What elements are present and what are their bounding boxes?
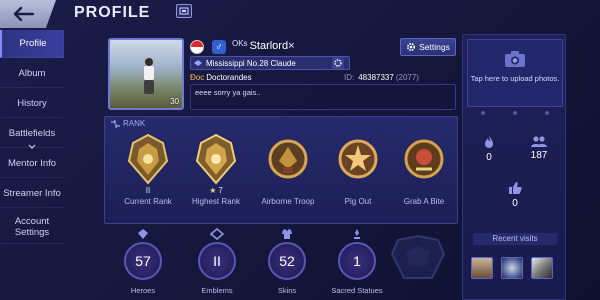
pager-dot[interactable] (481, 111, 485, 115)
camera-icon (505, 51, 525, 67)
pager-dot[interactable] (513, 111, 517, 115)
avatar[interactable]: 30 (108, 38, 184, 110)
badge-sub: ★ 7 (209, 185, 223, 195)
badge-current-rank[interactable]: II Current Rank (113, 131, 183, 225)
recent-visits-header: Recent visits (473, 233, 557, 245)
back-arrow-icon (13, 7, 35, 21)
badge-label: Airborne Troop (261, 197, 315, 206)
page-title: PROFILE (74, 4, 151, 21)
mythic-rank-icon (127, 133, 169, 185)
mythic-rank-icon (195, 133, 237, 185)
id-server: (2077) (395, 73, 419, 82)
achievement-medal-icon (338, 139, 378, 179)
followers-value: 187 (530, 150, 548, 161)
likes-value: 0 (512, 198, 518, 209)
recent-visitor-avatar[interactable] (471, 257, 493, 279)
bio-text: eeee sorry ya gais.. (195, 88, 261, 97)
profile-card: 30 ♂ OKs Starlord× Settings Mississippi N… (104, 36, 458, 114)
bio-box[interactable]: eeee sorry ya gais.. (190, 84, 456, 110)
title-badge-icon (194, 60, 202, 66)
stats-row: 57 Heroes II Emblems 52 Skins 1 Sacred S… (104, 224, 458, 300)
achievement-medal-icon (268, 139, 308, 179)
avatar-level: 30 (170, 97, 179, 106)
gear-icon (407, 42, 416, 52)
badge-label: Pig Out (344, 197, 372, 206)
stat-heroes[interactable]: 57 Heroes (112, 228, 174, 300)
id-label: ID: (344, 73, 355, 82)
popularity-value: 0 (486, 152, 492, 163)
occupation-prefix: Đoc (190, 73, 205, 82)
settings-button[interactable]: Settings (400, 38, 456, 56)
title-settings-gear-icon[interactable] (332, 57, 344, 69)
pager-dot[interactable] (545, 111, 549, 115)
badge-grab-a-bite[interactable]: Grab A Bite (389, 131, 459, 225)
stat-emblems-value: II (198, 242, 236, 280)
recent-visitor-avatar[interactable] (501, 257, 523, 279)
player-id: ID: 48387337 (2077) (344, 73, 419, 82)
stat-emblems[interactable]: II Emblems (186, 228, 248, 300)
star-icon: ★ (209, 185, 217, 195)
sidebar-item-account-settings[interactable]: Account Settings (0, 210, 64, 244)
squad-tag: OKs (232, 39, 248, 48)
occupation: Đoc Doctorandes (190, 73, 252, 82)
rank-header: RANK (111, 119, 145, 128)
stat-heroes-label: Heroes (130, 286, 156, 295)
sidebar-item-streamer-info[interactable]: Streamer Info (0, 180, 64, 208)
rank-panel: RANK II Current Rank ★ 7 Highest Rank Ai… (104, 116, 458, 224)
badge-label: Highest Rank (191, 197, 241, 206)
occupation-name: Doctorandes (206, 73, 252, 82)
sacred-statue-icon (354, 229, 360, 239)
stat-sacred-statues[interactable]: 1 Sacred Statues (326, 228, 388, 300)
player-name: OKs Starlord× (232, 39, 295, 52)
player-photo (144, 58, 154, 94)
badge-label: Grab A Bite (403, 197, 445, 206)
stat-sacred-statues-value: 1 (338, 242, 376, 280)
rank-header-label: RANK (123, 119, 146, 128)
back-button[interactable] (0, 0, 56, 28)
skins-icon (282, 229, 292, 239)
stat-heroes-value: 57 (124, 242, 162, 280)
badge-airborne-troop[interactable]: Airborne Troop (253, 131, 323, 225)
likes-stat[interactable]: 0 (495, 181, 535, 209)
stat-emblems-label: Emblems (201, 286, 233, 295)
player-name-text: Starlord× (249, 40, 295, 52)
stat-skins[interactable]: 52 Skins (256, 228, 318, 300)
right-panel: Tap here to upload photos. 0 187 0 Recen… (462, 34, 566, 300)
stat-skins-value: 52 (268, 242, 306, 280)
sidebar-item-mentor-info[interactable]: Mentor Info (0, 150, 64, 178)
emblems-icon (210, 228, 224, 240)
achievement-medal-icon (404, 139, 444, 179)
followers-stat[interactable]: 187 (519, 135, 559, 161)
sidebar: Profile Album History Battlefields Mento… (0, 30, 64, 300)
id-value: 48387337 (358, 73, 394, 82)
hero-title-text: Mississippi No.28 Claude (206, 58, 296, 68)
photo-pager (467, 107, 563, 119)
thumbs-up-icon (509, 182, 522, 194)
mcl-logo (390, 234, 446, 279)
stat-sacred-statues-label: Sacred Statues (331, 286, 383, 295)
badge-sub-value: 7 (218, 185, 223, 195)
hero-title-bar: Mississippi No.28 Claude (190, 56, 350, 70)
sidebar-item-album[interactable]: Album (0, 60, 64, 88)
heroes-icon (138, 229, 148, 239)
badge-sub: II (145, 185, 151, 195)
badge-pig-out[interactable]: Pig Out (323, 131, 393, 225)
stat-skins-label: Skins (277, 286, 297, 295)
rank-header-icon (111, 119, 120, 128)
sidebar-item-profile[interactable]: Profile (0, 30, 64, 58)
photo-upload-box[interactable]: Tap here to upload photos. (467, 39, 563, 107)
popularity-stat[interactable]: 0 (469, 135, 509, 163)
badge-label: Current Rank (124, 197, 172, 206)
share-icon[interactable] (176, 4, 192, 18)
top-bar: PROFILE (0, 0, 600, 30)
male-icon: ♂ (212, 40, 226, 54)
settings-label: Settings (419, 42, 450, 52)
flag-icon (190, 40, 204, 54)
upload-text: Tap here to upload photos. (470, 74, 560, 83)
sidebar-item-history[interactable]: History (0, 90, 64, 118)
recent-visitor-avatar[interactable] (531, 257, 553, 279)
flame-icon (485, 136, 493, 148)
badge-highest-rank[interactable]: ★ 7 Highest Rank (181, 131, 251, 225)
followers-icon (531, 136, 547, 147)
